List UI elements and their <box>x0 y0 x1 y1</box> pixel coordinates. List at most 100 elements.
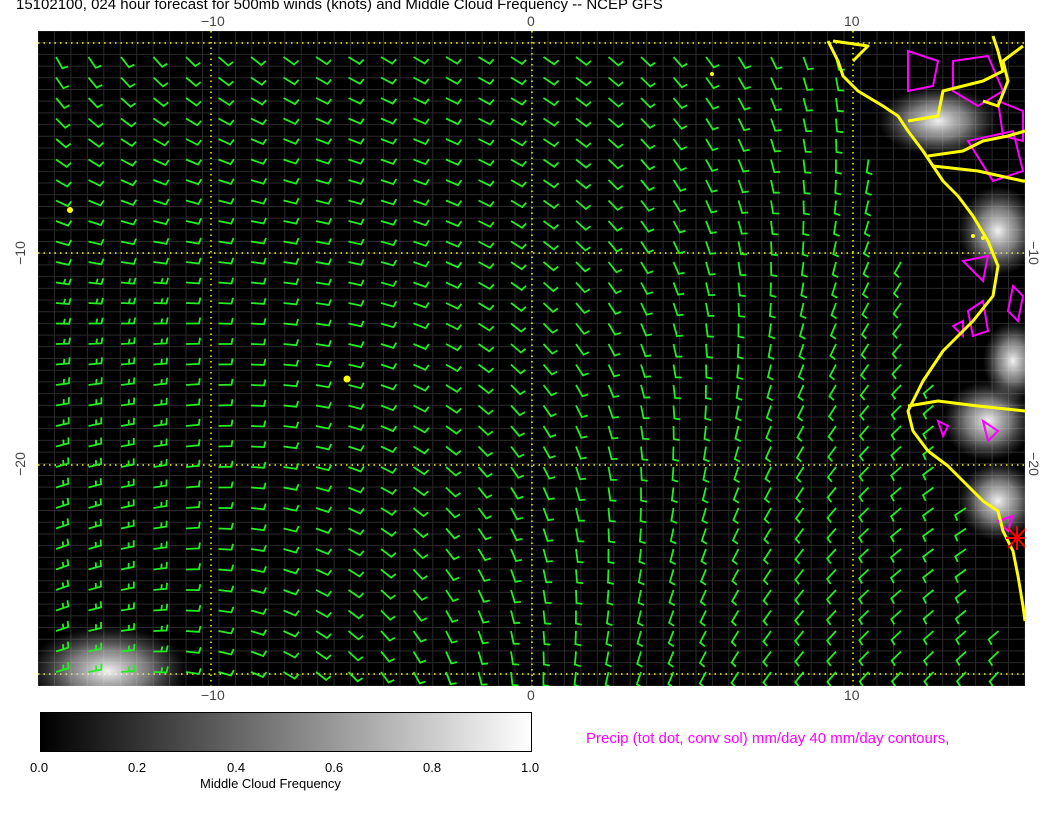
wind-barb <box>88 317 104 325</box>
wind-barb <box>55 538 70 550</box>
wind-barb <box>735 384 743 401</box>
wind-barb <box>185 56 201 68</box>
wind-barb <box>731 548 740 566</box>
wind-barb <box>766 364 774 381</box>
wind-barb <box>120 417 135 427</box>
wind-barb <box>478 76 495 86</box>
wind-barb <box>477 343 495 353</box>
wind-barb <box>835 77 845 92</box>
wind-barb <box>762 609 772 627</box>
wind-barb <box>543 138 560 148</box>
wind-barb <box>835 97 844 113</box>
colorbar-label: Middle Cloud Frequency <box>200 776 341 791</box>
wind-barb <box>826 650 837 667</box>
wind-barb <box>55 317 72 325</box>
wind-barb <box>445 630 458 644</box>
wind-barb <box>55 397 70 407</box>
wind-barb <box>87 76 103 89</box>
wind-barb <box>640 179 656 192</box>
wind-barb <box>445 486 461 498</box>
wind-barb <box>185 563 201 571</box>
wind-barb <box>218 297 234 305</box>
wind-barb <box>445 589 459 603</box>
wind-barb <box>413 302 430 309</box>
wind-barb <box>737 77 751 90</box>
wind-barb <box>770 261 778 277</box>
wind-barb <box>542 363 558 376</box>
wind-barb <box>477 404 494 416</box>
wind-barb <box>605 630 613 647</box>
wind-barb <box>800 282 808 299</box>
wind-barb <box>987 650 1000 667</box>
wind-barb <box>510 548 523 563</box>
wind-barb <box>605 610 613 627</box>
wind-barb <box>250 297 267 305</box>
wind-barb <box>315 76 332 86</box>
wind-barb <box>185 297 202 305</box>
wind-barb <box>801 241 809 257</box>
wind-barb <box>185 480 201 489</box>
wind-barb <box>283 76 300 86</box>
wind-barb <box>766 384 774 402</box>
wind-barb <box>922 425 935 440</box>
wind-barb <box>315 360 332 368</box>
wind-barb <box>412 568 428 581</box>
wind-barb <box>575 343 590 356</box>
wind-barb <box>543 76 560 86</box>
wind-barb <box>704 384 712 401</box>
wind-barb <box>510 76 527 86</box>
wind-barb <box>768 302 776 319</box>
wind-barb <box>640 364 651 378</box>
wind-barb <box>445 425 462 435</box>
wind-barb <box>640 384 651 399</box>
wind-barb <box>478 138 495 146</box>
wind-barb <box>737 97 751 111</box>
wind-barb <box>575 240 591 252</box>
wind-barb <box>478 220 495 228</box>
wind-barb <box>120 519 135 530</box>
wind-barb <box>542 281 559 293</box>
wind-barb <box>445 117 463 126</box>
wind-barb <box>315 278 332 286</box>
wind-barb <box>283 359 300 367</box>
wind-barb <box>638 528 646 545</box>
wind-barb <box>892 282 902 299</box>
wind-barb <box>185 584 202 592</box>
chart-title: 15102100, 024 hour forecast for 500mb wi… <box>16 0 663 13</box>
wind-barb <box>283 525 300 533</box>
wind-barb <box>412 630 427 643</box>
wind-barb <box>832 220 840 237</box>
wind-barb <box>762 630 772 647</box>
wind-barb <box>153 438 168 448</box>
wind-barb <box>829 323 837 340</box>
wind-barb <box>153 418 168 427</box>
wind-barb <box>672 302 684 317</box>
wind-barb <box>542 630 551 646</box>
wind-barb <box>736 364 744 381</box>
wind-barb <box>795 446 805 463</box>
wind-barb <box>477 425 494 437</box>
wind-barb <box>796 405 805 422</box>
wind-barb <box>120 377 136 386</box>
wind-barb <box>218 419 234 427</box>
wind-barb <box>413 404 430 413</box>
wind-barb <box>542 610 552 625</box>
wind-barb <box>478 56 495 65</box>
wind-barb <box>283 318 300 326</box>
wind-barb <box>153 499 168 509</box>
wind-barb <box>185 158 203 166</box>
wind-barb <box>987 630 1000 646</box>
wind-barb <box>607 76 624 88</box>
wind-barb <box>88 219 105 227</box>
wind-barb <box>153 218 170 226</box>
wind-barb <box>510 589 521 604</box>
wind-barb <box>55 138 72 149</box>
wind-barb <box>510 466 525 479</box>
wind-barb <box>510 56 527 66</box>
wind-barb <box>667 630 675 648</box>
wind-barb <box>607 261 623 274</box>
wind-barb <box>730 610 740 627</box>
wind-barb <box>890 445 902 461</box>
wind-barb <box>510 322 527 333</box>
wind-barb <box>120 581 135 591</box>
